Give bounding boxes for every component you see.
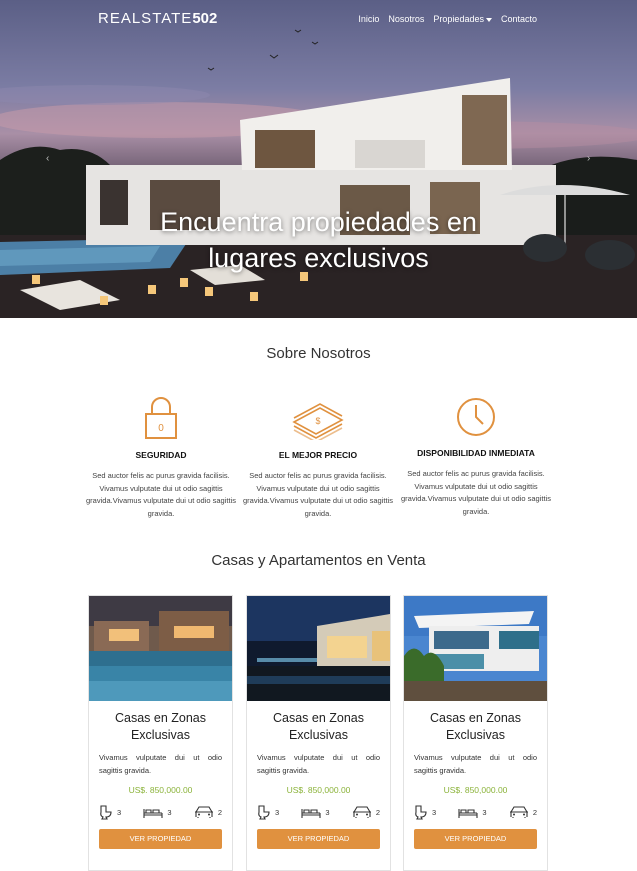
view-property-button[interactable]: VER PROPIEDAD bbox=[257, 829, 380, 849]
property-image[interactable] bbox=[247, 596, 390, 701]
brand-logo[interactable]: REALSTATE502 bbox=[98, 10, 217, 27]
property-card: Casas en Zonas Exclusivas Vivamus vulput… bbox=[403, 595, 548, 871]
hero-banner: REALSTATE502 Inicio Nosotros Propiedades… bbox=[0, 0, 637, 318]
beds-count: 3 bbox=[482, 807, 487, 817]
beds-count: 3 bbox=[325, 807, 330, 817]
property-title: Casas en Zonas Exclusivas bbox=[429, 711, 522, 742]
property-amenities: 3 3 2 bbox=[414, 804, 537, 820]
caret-down-icon bbox=[485, 17, 492, 22]
parking-count: 2 bbox=[532, 807, 537, 817]
svg-text:0: 0 bbox=[158, 423, 164, 434]
property-amenities: 3 3 2 bbox=[99, 804, 222, 820]
property-price: US$. 850,000.00 bbox=[128, 785, 193, 795]
beds-count: 3 bbox=[167, 807, 172, 817]
top-navbar: REALSTATE502 Inicio Nosotros Propiedades… bbox=[0, 0, 637, 38]
feature-availability: DISPONIBILIDAD INMEDIATA Sed auctor feli… bbox=[401, 390, 551, 518]
toilet-icon bbox=[415, 805, 427, 820]
baths-count: 3 bbox=[117, 807, 122, 817]
baths-count: 3 bbox=[432, 807, 437, 817]
baths-count: 3 bbox=[275, 807, 280, 817]
car-icon bbox=[352, 806, 371, 818]
property-card: Casas en Zonas Exclusivas Vivamus vulput… bbox=[246, 595, 391, 871]
parking-count: 2 bbox=[375, 807, 380, 817]
clock-icon bbox=[401, 390, 551, 438]
feature-text: Sed auctor felis ac purus gravida facili… bbox=[243, 471, 393, 518]
feature-title: DISPONIBILIDAD INMEDIATA bbox=[417, 448, 535, 458]
feature-best-price: $ EL MEJOR PRECIO Sed auctor felis ac pu… bbox=[243, 392, 393, 520]
toilet-icon bbox=[258, 805, 270, 820]
feature-security: 0 SEGURIDAD Sed auctor felis ac purus gr… bbox=[86, 392, 236, 520]
view-property-button[interactable]: VER PROPIEDAD bbox=[414, 829, 537, 849]
nav-menu: Inicio Nosotros Propiedades Contacto bbox=[358, 14, 537, 24]
feature-text: Sed auctor felis ac purus gravida facili… bbox=[401, 469, 551, 516]
property-image[interactable] bbox=[89, 596, 232, 701]
parking-count: 2 bbox=[217, 807, 222, 817]
property-description: Vivamus vulputate dui ut odio sagittis g… bbox=[414, 753, 537, 775]
property-description: Vivamus vulputate dui ut odio sagittis g… bbox=[257, 753, 380, 775]
toilet-icon bbox=[100, 805, 112, 820]
carousel-prev-icon[interactable]: ‹ bbox=[46, 153, 49, 164]
property-image[interactable] bbox=[404, 596, 547, 701]
nav-item-nosotros[interactable]: Nosotros bbox=[388, 14, 424, 24]
property-price: US$. 850,000.00 bbox=[286, 785, 351, 795]
lock-icon: 0 bbox=[86, 392, 236, 440]
nav-item-propiedades[interactable]: Propiedades bbox=[433, 14, 492, 24]
property-amenities: 3 3 2 bbox=[257, 804, 380, 820]
bed-icon bbox=[143, 809, 163, 818]
property-title: Casas en Zonas Exclusivas bbox=[272, 711, 365, 742]
property-price: US$. 850,000.00 bbox=[443, 785, 508, 795]
car-icon bbox=[509, 806, 528, 818]
property-card: Casas en Zonas Exclusivas Vivamus vulput… bbox=[88, 595, 233, 871]
bed-icon bbox=[458, 809, 478, 818]
money-stack-icon: $ bbox=[243, 392, 393, 440]
feature-title: EL MEJOR PRECIO bbox=[278, 450, 358, 460]
car-icon bbox=[194, 806, 213, 818]
hero-title: Encuentra propiedades en lugares exclusi… bbox=[160, 207, 477, 273]
view-property-button[interactable]: VER PROPIEDAD bbox=[99, 829, 222, 849]
carousel-next-icon[interactable]: › bbox=[587, 153, 590, 164]
nav-item-contacto[interactable]: Contacto bbox=[501, 14, 537, 24]
property-description: Vivamus vulputate dui ut odio sagittis g… bbox=[99, 753, 222, 775]
property-title: Casas en Zonas Exclusivas bbox=[114, 711, 207, 742]
svg-text:$: $ bbox=[315, 416, 320, 426]
feature-title: SEGURIDAD bbox=[135, 450, 187, 460]
feature-text: Sed auctor felis ac purus gravida facili… bbox=[86, 471, 236, 518]
about-title: Sobre Nosotros bbox=[266, 345, 371, 362]
nav-item-inicio[interactable]: Inicio bbox=[358, 14, 379, 24]
listings-title: Casas y Apartamentos en Venta bbox=[211, 552, 426, 569]
bed-icon bbox=[301, 809, 321, 818]
